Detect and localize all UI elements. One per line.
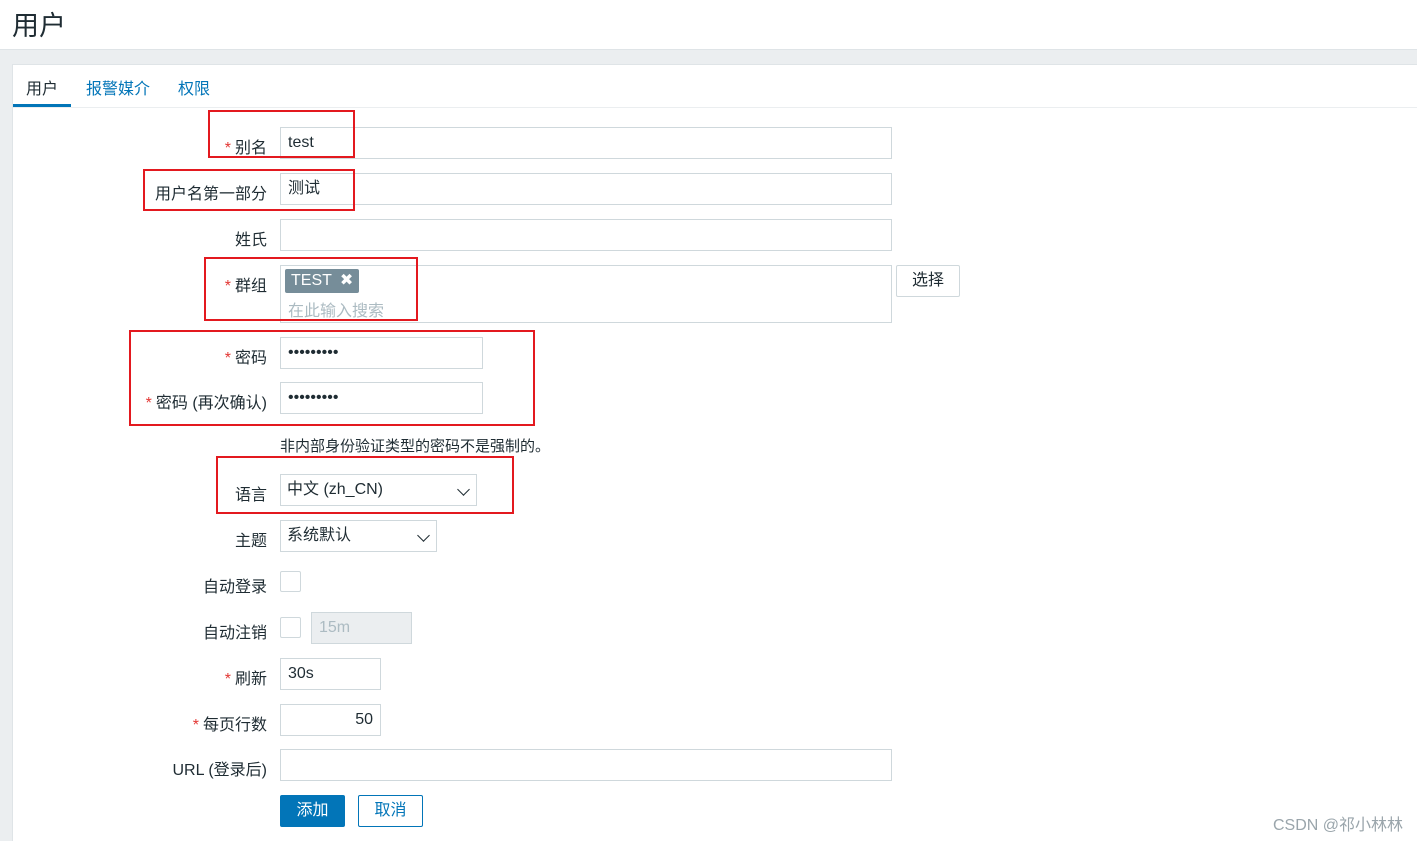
highlight-box-password [129, 330, 535, 426]
cancel-button[interactable]: 取消 [358, 795, 423, 827]
password-hint: 非内部身份验证类型的密码不是强制的。 [280, 438, 551, 455]
autologout-input: 15m [311, 612, 412, 644]
autologout-label: 自动注销 [202, 625, 267, 642]
highlight-box-alias [208, 110, 355, 158]
highlight-box-name [143, 169, 355, 211]
theme-label: 主题 [234, 533, 267, 550]
highlight-box-groups [204, 257, 418, 321]
surname-label: 姓氏 [234, 232, 267, 249]
theme-select[interactable]: 系统默认 [280, 520, 437, 552]
watermark: CSDN @祁小林林 [1272, 817, 1403, 834]
rows-per-page-input[interactable]: 50 [280, 704, 381, 736]
add-button[interactable]: 添加 [280, 795, 345, 827]
tab-permissions[interactable]: 权限 [165, 75, 223, 107]
tab-user[interactable]: 用户 [13, 75, 72, 107]
name-input[interactable]: 测试 [280, 173, 892, 205]
theme-value: 系统默认 [287, 527, 352, 544]
page-header: 用户 [0, 0, 1417, 50]
refresh-label: * 刷新 [224, 671, 267, 688]
select-groups-button[interactable]: 选择 [896, 265, 960, 297]
alias-input[interactable]: test [280, 127, 892, 159]
surname-input[interactable] [280, 219, 892, 251]
url-input[interactable] [280, 749, 892, 781]
autologin-checkbox[interactable] [280, 571, 301, 592]
rows-per-page-label: * 每页行数 [192, 717, 267, 734]
chevron-down-icon [417, 529, 430, 542]
refresh-input[interactable]: 30s [280, 658, 381, 690]
tab-bar: 用户 报警媒介 权限 [13, 65, 1417, 108]
autologout-checkbox[interactable] [280, 617, 301, 638]
highlight-box-language [216, 456, 514, 514]
tab-media[interactable]: 报警媒介 [73, 75, 163, 107]
url-label: URL (登录后) [172, 762, 267, 779]
autologin-label: 自动登录 [202, 579, 267, 596]
page-title: 用户 [12, 11, 66, 41]
